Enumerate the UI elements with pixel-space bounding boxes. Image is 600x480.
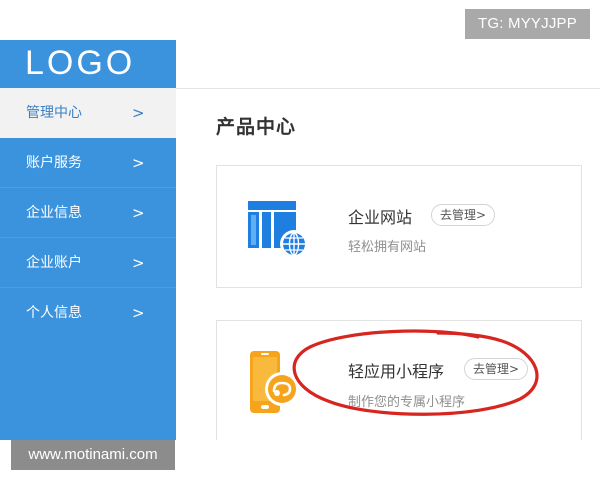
sidebar: LOGO 管理中心 > 账户服务 > 企业信息 > 企业账户 > 个人信息 > xyxy=(0,40,176,440)
chevron-right-icon: > xyxy=(132,104,145,122)
website-globe-icon xyxy=(248,201,310,259)
mobile-miniprogram-icon xyxy=(250,351,300,417)
manage-button[interactable]: 去管理> xyxy=(464,358,529,380)
chevron-right-icon: > xyxy=(132,254,145,272)
product-title: 轻应用小程序 xyxy=(348,362,445,381)
sidebar-item-label: 企业账户 xyxy=(26,255,82,271)
sidebar-item-management-center[interactable]: 管理中心 > xyxy=(0,88,176,138)
product-card-website: 企业网站 去管理> 轻松拥有网站 xyxy=(216,165,582,288)
product-title: 企业网站 xyxy=(348,208,413,227)
product-subtitle: 制作您的专属小程序 xyxy=(348,395,466,410)
logo[interactable]: LOGO xyxy=(0,40,176,88)
sidebar-menu: 管理中心 > 账户服务 > 企业信息 > 企业账户 > 个人信息 > xyxy=(0,88,176,338)
header-divider xyxy=(176,88,600,89)
sidebar-item-label: 企业信息 xyxy=(26,205,82,221)
manage-button[interactable]: 去管理> xyxy=(431,204,496,226)
sidebar-item-label: 管理中心 xyxy=(26,105,82,121)
chevron-right-icon: > xyxy=(132,154,145,172)
sidebar-item-personal-info[interactable]: 个人信息 > xyxy=(0,288,176,338)
page-title: 产品中心 xyxy=(216,116,297,138)
product-subtitle: 轻松拥有网站 xyxy=(348,240,427,255)
chevron-right-icon: > xyxy=(132,304,145,322)
sidebar-item-company-info[interactable]: 企业信息 > xyxy=(0,188,176,238)
sidebar-item-company-account[interactable]: 企业账户 > xyxy=(0,238,176,288)
sidebar-item-label: 账户服务 xyxy=(26,155,82,171)
chevron-right-icon: > xyxy=(132,204,145,222)
product-card-mini-program: 轻应用小程序 去管理> 制作您的专属小程序 xyxy=(216,320,582,440)
site-watermark: www.motinami.com xyxy=(11,440,175,470)
tg-watermark: TG: MYYJJPP xyxy=(465,9,590,39)
sidebar-item-account-services[interactable]: 账户服务 > xyxy=(0,138,176,188)
sidebar-item-label: 个人信息 xyxy=(26,305,82,321)
